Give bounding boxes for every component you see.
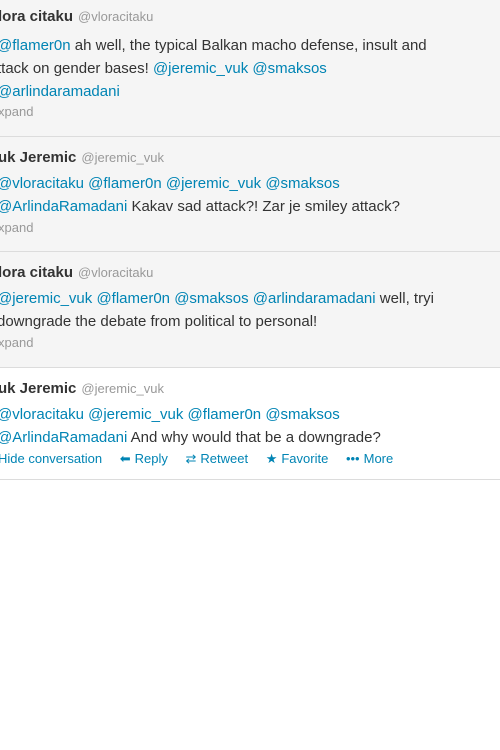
tweet-text: downgrade the debate from political to p… xyxy=(0,313,318,330)
tweet-header: lora citaku @vloracitaku xyxy=(0,8,153,26)
tweet-text-line: @ArlindaRamadani Kakav sad attack?! Zar … xyxy=(0,195,500,218)
tweet-text-line: ttack on gender bases! @jeremic_vuk @sma… xyxy=(0,57,500,80)
tweet-header: uk Jeremic @jeremic_vuk xyxy=(0,149,164,167)
mention-link[interactable]: @flamer0n xyxy=(96,290,170,307)
tweet-header: uk Jeremic @jeremic_vuk xyxy=(0,380,164,398)
author-handle[interactable]: @jeremic_vuk xyxy=(81,381,164,396)
mention-link[interactable]: @vloracitaku xyxy=(0,175,84,192)
author-handle[interactable]: @vloracitaku xyxy=(78,265,153,280)
tweet-text: well, tryi xyxy=(375,290,434,307)
mention-link[interactable]: @jeremic_vuk xyxy=(166,175,261,192)
mention-link[interactable]: @flamer0n xyxy=(88,175,162,192)
author-name[interactable]: uk Jeremic xyxy=(0,149,76,166)
more-button[interactable]: ••• More xyxy=(346,451,393,466)
expand-link[interactable]: xpand xyxy=(0,335,33,350)
tweet-text-line: @jeremic_vuk @flamer0n @smaksos @arlinda… xyxy=(0,287,500,310)
author-handle[interactable]: @jeremic_vuk xyxy=(81,150,164,165)
tweet-item[interactable]: lora citaku @vloracitaku @flamer0n ah wel… xyxy=(0,0,500,137)
reply-label: Reply xyxy=(134,451,168,466)
mention-link[interactable]: @jeremic_vuk xyxy=(0,290,92,307)
mention-link[interactable]: @flamer0n xyxy=(188,406,262,423)
tweet-text: And why would that be a downgrade? xyxy=(127,429,381,446)
star-icon: ★ xyxy=(265,451,278,466)
mention-link[interactable]: @smaksos xyxy=(174,290,248,307)
retweet-label: Retweet xyxy=(200,451,249,466)
author-name[interactable]: lora citaku xyxy=(0,8,73,25)
mention-link[interactable]: @arlindaramadani xyxy=(253,290,376,307)
retweet-icon: ⇄ xyxy=(185,451,197,466)
tweet-feed: lora citaku @vloracitaku @flamer0n ah wel… xyxy=(0,0,500,480)
mention-link[interactable]: @arlindaramadani xyxy=(0,83,120,100)
tweet-text: Kakav sad attack?! Zar je smiley attack? xyxy=(127,198,400,215)
tweet-text-line: @flamer0n ah well, the typical Balkan ma… xyxy=(0,34,500,57)
reply-button[interactable]: ⬅ Reply xyxy=(120,451,168,467)
author-name[interactable]: uk Jeremic xyxy=(0,380,76,397)
tweet-text-line: @vloracitaku @jeremic_vuk @flamer0n @sma… xyxy=(0,403,500,426)
tweet-item[interactable]: lora citaku @vloracitaku @jeremic_vuk @fl… xyxy=(0,252,500,368)
hide-conversation-label: Hide conversation xyxy=(0,451,103,466)
expand-link[interactable]: xpand xyxy=(0,104,33,119)
reply-arrow-icon: ⬅ xyxy=(119,451,131,466)
favorite-label: Favorite xyxy=(281,451,329,466)
tweet-text: ah well, the typical Balkan macho defens… xyxy=(70,37,427,54)
expand-link[interactable]: xpand xyxy=(0,220,33,235)
mention-link[interactable]: @jeremic_vuk xyxy=(88,406,183,423)
tweet-text: ttack on gender bases! xyxy=(0,60,153,77)
mention-link[interactable]: @vloracitaku xyxy=(0,406,84,423)
tweet-item[interactable]: uk Jeremic @jeremic_vuk @vloracitaku @fla… xyxy=(0,137,500,252)
mention-link[interactable]: @jeremic_vuk xyxy=(153,60,248,77)
more-label: More xyxy=(363,451,394,466)
retweet-button[interactable]: ⇄ Retweet xyxy=(185,451,248,467)
author-handle[interactable]: @vloracitaku xyxy=(78,9,153,24)
mention-link[interactable]: @flamer0n xyxy=(0,37,71,54)
tweet-header: lora citaku @vloracitaku xyxy=(0,264,153,282)
tweet-text-line: @ArlindaRamadani And why would that be a… xyxy=(0,426,500,449)
mention-link[interactable]: @smaksos xyxy=(265,406,339,423)
mention-link[interactable]: @smaksos xyxy=(252,60,326,77)
tweet-text-line: downgrade the debate from political to p… xyxy=(0,310,500,333)
tweet-text-line: @arlindaramadani xyxy=(0,80,500,103)
mention-link[interactable]: @ArlindaRamadani xyxy=(0,429,127,446)
tweet-item[interactable]: uk Jeremic @jeremic_vuk @vloracitaku @jer… xyxy=(0,368,500,480)
tweet-text-line: @vloracitaku @flamer0n @jeremic_vuk @sma… xyxy=(0,172,500,195)
author-name[interactable]: lora citaku xyxy=(0,264,73,281)
tweet-actions: Hide conversation ⬅ Reply ⇄ Retweet ★ Favor… xyxy=(0,451,407,467)
mention-link[interactable]: @ArlindaRamadani xyxy=(0,198,127,215)
favorite-button[interactable]: ★ Favorite xyxy=(266,451,329,467)
ellipsis-icon: ••• xyxy=(345,451,360,466)
hide-conversation-link[interactable]: Hide conversation xyxy=(0,451,102,466)
mention-link[interactable]: @smaksos xyxy=(265,175,339,192)
